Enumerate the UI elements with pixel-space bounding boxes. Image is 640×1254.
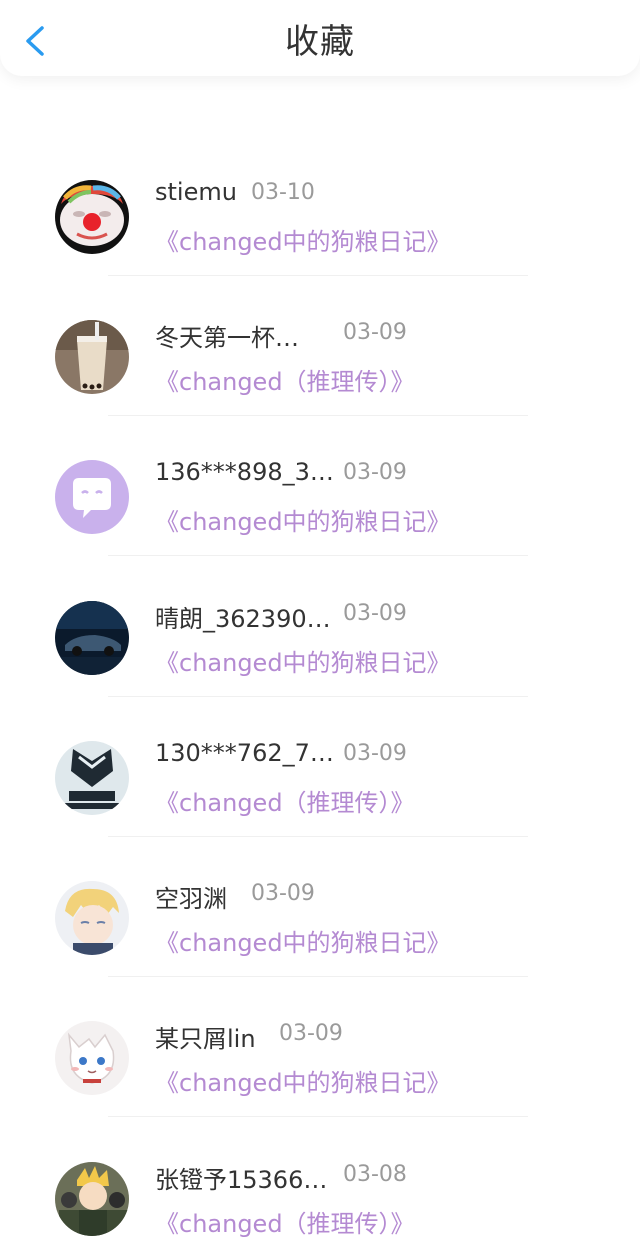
divider <box>108 696 528 697</box>
user-name[interactable]: 张镫予15366… <box>155 1160 327 1195</box>
work-title-link[interactable]: 《changed中的狗粮日记》 <box>155 923 451 958</box>
user-name[interactable]: 晴朗_362390… <box>155 599 331 634</box>
page-title: 收藏 <box>285 22 355 62</box>
work-title-link[interactable]: 《changed中的狗粮日记》 <box>155 222 451 257</box>
date-label: 03-09 <box>343 460 407 485</box>
avatar[interactable] <box>55 881 129 955</box>
avatar[interactable] <box>55 601 129 675</box>
user-name[interactable]: 某只屑lin <box>155 1019 256 1054</box>
avatar[interactable] <box>55 460 129 534</box>
date-label: 03-08 <box>343 1162 407 1187</box>
list-item[interactable]: 冬天第一杯… 03-09 《changed（推理传）》 <box>0 297 640 437</box>
user-name[interactable]: stiemu <box>155 178 237 206</box>
date-label: 03-09 <box>343 741 407 766</box>
user-name[interactable]: 130***762_7… <box>155 739 334 767</box>
work-title-link[interactable]: 《changed（推理传）》 <box>155 1204 415 1239</box>
user-name[interactable]: 空羽渊 <box>155 879 227 914</box>
date-label: 03-09 <box>251 881 315 906</box>
divider <box>108 275 528 276</box>
date-label: 03-09 <box>343 320 407 345</box>
date-label: 03-09 <box>343 601 407 626</box>
divider <box>108 1116 528 1117</box>
divider <box>108 836 528 837</box>
avatar[interactable] <box>55 1162 129 1236</box>
avatar[interactable] <box>55 320 129 394</box>
divider <box>108 976 528 977</box>
list-item[interactable]: 130***762_7… 03-09 《changed（推理传）》 <box>0 718 640 858</box>
date-label: 03-09 <box>279 1021 343 1046</box>
work-title-link[interactable]: 《changed（推理传）》 <box>155 783 415 818</box>
user-name[interactable]: 冬天第一杯… <box>155 318 299 353</box>
divider <box>108 415 528 416</box>
list-item[interactable]: 某只屑lin 03-09 《changed中的狗粮日记》 <box>0 998 640 1138</box>
avatar[interactable] <box>55 741 129 815</box>
list-item[interactable]: stiemu 03-10 《changed中的狗粮日记》 <box>0 157 640 297</box>
list-item[interactable]: 空羽渊 03-09 《changed中的狗粮日记》 <box>0 858 640 998</box>
divider <box>108 555 528 556</box>
top-bar: 收藏 <box>0 0 640 76</box>
date-label: 03-10 <box>251 180 315 205</box>
work-title-link[interactable]: 《changed中的狗粮日记》 <box>155 502 451 537</box>
list-item[interactable]: 张镫予15366… 03-08 《changed（推理传）》 <box>0 1139 640 1254</box>
favorites-page: stiemu 03-10 《changed中的狗粮日记》 冬天第一杯… 03-0… <box>0 0 640 1254</box>
work-title-link[interactable]: 《changed（推理传）》 <box>155 362 415 397</box>
work-title-link[interactable]: 《changed中的狗粮日记》 <box>155 643 451 678</box>
work-title-link[interactable]: 《changed中的狗粮日记》 <box>155 1063 451 1098</box>
avatar[interactable] <box>55 1021 129 1095</box>
list-item[interactable]: 136***898_3… 03-09 《changed中的狗粮日记》 <box>0 437 640 577</box>
user-name[interactable]: 136***898_3… <box>155 458 334 486</box>
avatar[interactable] <box>55 180 129 254</box>
list-item[interactable]: 晴朗_362390… 03-09 《changed中的狗粮日记》 <box>0 578 640 718</box>
